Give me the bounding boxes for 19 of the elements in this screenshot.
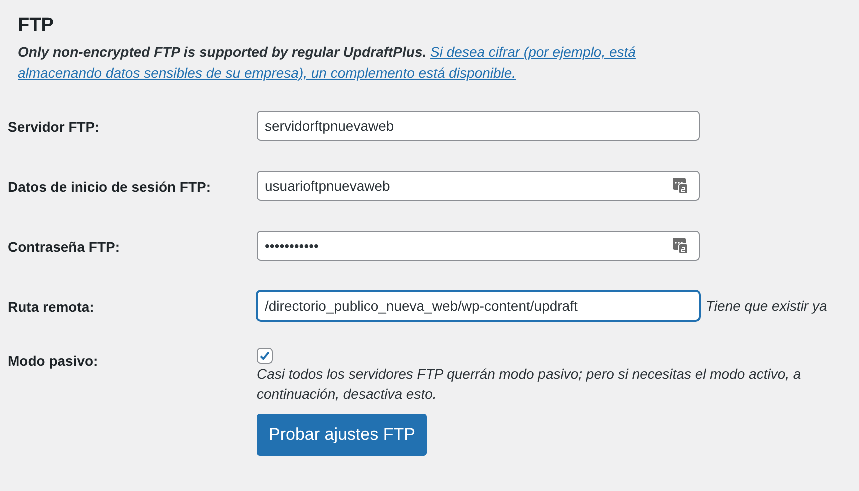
password-manager-icon[interactable]: [673, 238, 688, 254]
input-field[interactable]: •••••••••••: [257, 231, 700, 261]
field-label: Servidor FTP:: [8, 119, 100, 135]
input-field[interactable]: /directorio_publico_nueva_web/wp-content/updraft: [257, 291, 700, 321]
section-title: FTP: [18, 14, 55, 38]
input-field[interactable]: servidorftpnuevaweb: [257, 111, 700, 141]
passive-mode-checkbox[interactable]: [257, 348, 273, 364]
addon-link[interactable]: Si desea cifrar (por ejemplo, está: [430, 44, 636, 60]
password-manager-icon[interactable]: [673, 178, 688, 194]
notice-text: Only non-encrypted FTP is supported by regular UpdraftPlus. Si desea cifrar (por ejemplo, está almacenando datos sensibles de su empresa), un complemento está disponible.: [18, 43, 637, 83]
hint-text: Tiene que existir ya: [706, 296, 828, 316]
field-label: Modo pasivo:: [8, 353, 98, 369]
input-field[interactable]: usuarioftpnuevaweb: [257, 171, 700, 201]
field-label: Datos de inicio de sesión FTP:: [8, 179, 212, 195]
addon-link[interactable]: almacenando datos sensibles de su empresa), un complemento está disponible.: [18, 65, 516, 81]
field-label: Contraseña FTP:: [8, 239, 120, 255]
description-text: Casi todos los servidores FTP querrán modo pasivo; pero si necesitas el modo activo, a continuación, desactiva esto.: [257, 365, 802, 404]
field-label: Ruta remota:: [8, 299, 94, 315]
test-settings-button[interactable]: Probar ajustes FTP: [257, 414, 428, 456]
